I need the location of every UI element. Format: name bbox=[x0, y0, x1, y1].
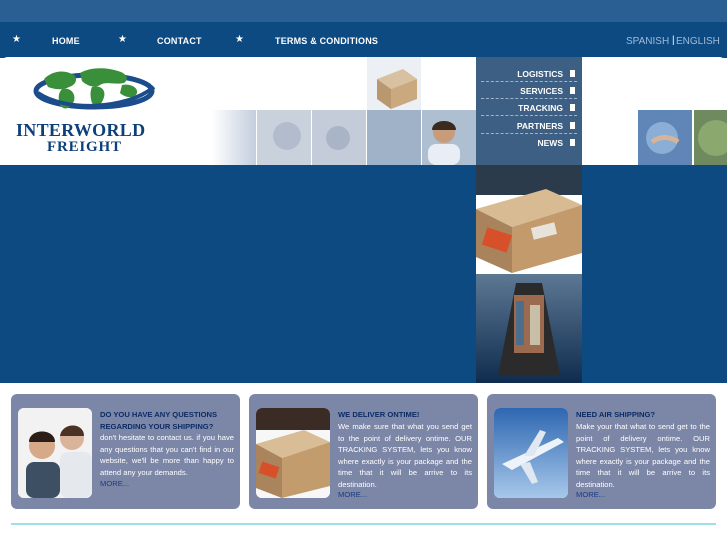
photo-tile-image bbox=[257, 110, 311, 165]
menu-item-label: LOGISTICS bbox=[517, 69, 563, 79]
airplane-photo-image bbox=[494, 408, 568, 498]
language-separator: | bbox=[672, 35, 675, 46]
more-link[interactable]: MORE... bbox=[100, 479, 129, 488]
menu-item-services[interactable]: SERVICES bbox=[481, 82, 577, 99]
hero-photo-strip bbox=[476, 165, 582, 383]
menu-item-label: SERVICES bbox=[520, 86, 563, 96]
more-link[interactable]: MORE... bbox=[576, 490, 605, 499]
globe-photo-image bbox=[694, 110, 727, 165]
fragile-box-photo-image bbox=[256, 408, 330, 498]
site-header: INTERWORLD FREIGHT bbox=[0, 57, 727, 165]
top-strip bbox=[0, 0, 727, 22]
nav-home-link[interactable]: HOME bbox=[52, 36, 80, 46]
box-photo-image bbox=[367, 57, 421, 112]
menu-item-label: TRACKING bbox=[518, 103, 563, 113]
delivery-card: WE DELIVER ONTIME! We make sure that wha… bbox=[249, 394, 478, 509]
card-title: WE DELIVER ONTIME! bbox=[338, 410, 420, 419]
services-menu: LOGISTICS SERVICES TRACKING PARTNERS NEW… bbox=[476, 57, 582, 165]
logo-title: INTERWORLD bbox=[16, 120, 146, 140]
card-body: don't hesitate to contact us. if you hav… bbox=[100, 433, 234, 477]
menu-item-partners[interactable]: PARTNERS bbox=[481, 117, 577, 134]
star-icon: ★ bbox=[235, 34, 244, 45]
star-icon: ★ bbox=[118, 34, 127, 45]
nav-terms-link[interactable]: TERMS & CONDITIONS bbox=[275, 36, 378, 46]
photo-tile-image bbox=[212, 110, 256, 165]
menu-item-label: NEWS bbox=[537, 138, 564, 148]
hero-banner bbox=[0, 165, 727, 383]
card-title: DO YOU HAVE ANY QUESTIONS REGARDING YOUR… bbox=[100, 410, 218, 431]
card-title: NEED AIR SHIPPING? bbox=[576, 410, 656, 419]
handshake-photo-image bbox=[638, 110, 692, 165]
operator-photo-image bbox=[422, 110, 476, 165]
logo-subtitle: FREIGHT bbox=[47, 139, 122, 155]
menu-item-label: PARTNERS bbox=[516, 121, 563, 131]
square-bullet-icon bbox=[570, 70, 575, 77]
language-spanish-link[interactable]: SPANISH bbox=[626, 36, 669, 47]
square-bullet-icon bbox=[570, 122, 575, 129]
square-bullet-icon bbox=[570, 139, 575, 146]
photo-tile-image bbox=[312, 110, 366, 165]
star-icon: ★ bbox=[12, 34, 21, 45]
photo-tile-image bbox=[367, 110, 421, 165]
menu-item-logistics[interactable]: LOGISTICS bbox=[481, 65, 577, 82]
photo-tile-image bbox=[582, 110, 636, 165]
contact-card: DO YOU HAVE ANY QUESTIONS REGARDING YOUR… bbox=[11, 394, 240, 509]
square-bullet-icon bbox=[570, 87, 575, 94]
menu-item-tracking[interactable]: TRACKING bbox=[481, 99, 577, 116]
card-body: Make your that what to send get to the p… bbox=[576, 422, 710, 489]
support-agents-photo-image bbox=[18, 408, 92, 498]
menu-item-news[interactable]: NEWS bbox=[481, 134, 577, 151]
square-bullet-icon bbox=[570, 104, 575, 111]
language-english-link[interactable]: ENGLISH bbox=[676, 36, 720, 47]
main-navigation: ★ HOME ★ CONTACT ★ TERMS & CONDITIONS SP… bbox=[0, 22, 727, 58]
card-body: We make sure that what you send get to t… bbox=[338, 422, 472, 489]
more-link[interactable]: MORE... bbox=[338, 490, 367, 499]
air-shipping-card: NEED AIR SHIPPING? Make your that what t… bbox=[487, 394, 716, 509]
nav-contact-link[interactable]: CONTACT bbox=[157, 36, 202, 46]
section-divider bbox=[11, 523, 716, 525]
